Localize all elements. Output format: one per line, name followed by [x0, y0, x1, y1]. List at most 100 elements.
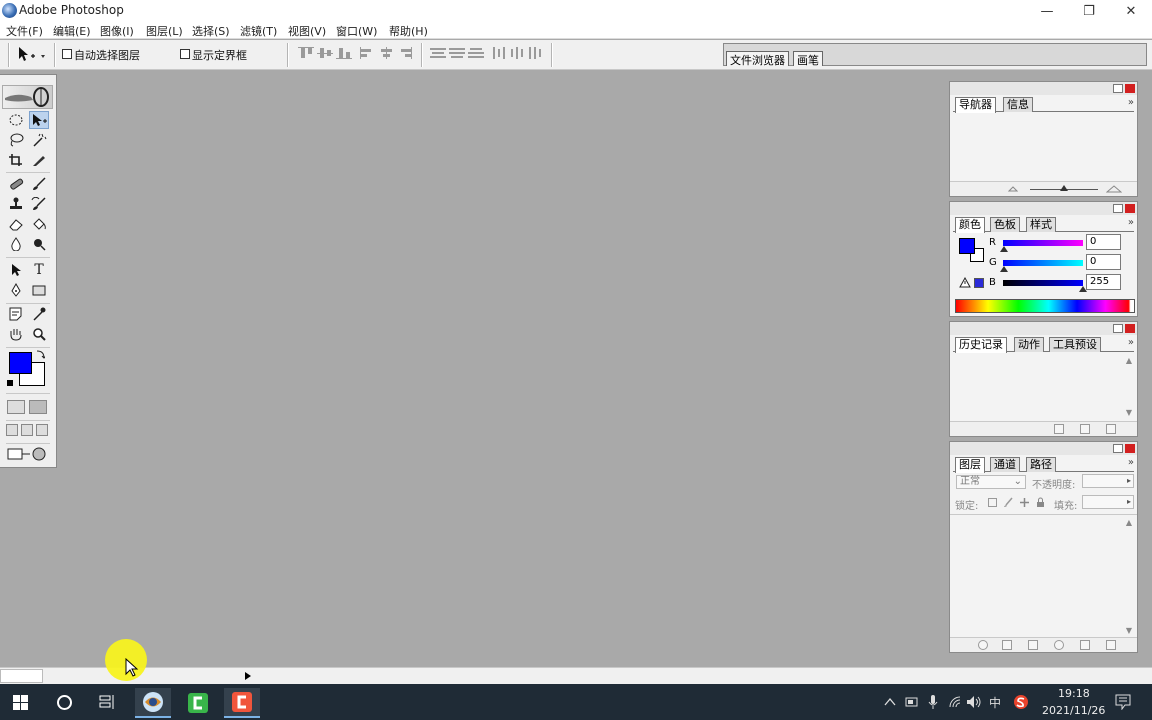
tab-channels[interactable]: 通道 — [990, 457, 1020, 472]
screen-mode-full-menu-icon[interactable] — [21, 424, 33, 436]
distribute-top-icon[interactable] — [430, 47, 448, 59]
taskbar-camtasia-green-app[interactable] — [180, 688, 216, 718]
g-slider-handle[interactable] — [1000, 266, 1008, 272]
close-button[interactable]: ✕ — [1108, 0, 1152, 22]
new-group-icon[interactable] — [1028, 640, 1038, 650]
new-document-from-state-icon[interactable] — [1054, 424, 1064, 434]
zoom-in-icon[interactable] — [1106, 185, 1122, 193]
panel-menu-icon[interactable]: » — [1128, 337, 1134, 348]
delete-layer-icon[interactable] — [1106, 640, 1116, 650]
auto-select-checkbox[interactable] — [62, 49, 72, 59]
b-value-input[interactable]: 255 — [1086, 274, 1121, 290]
align-hcenter-icon[interactable] — [379, 47, 397, 59]
menu-layer[interactable]: 图层(L) — [146, 23, 183, 39]
distribute-right-icon[interactable] — [528, 47, 546, 59]
r-slider-handle[interactable] — [1000, 246, 1008, 252]
panel-close-button[interactable] — [1125, 204, 1135, 213]
opacity-input[interactable]: ▸ — [1082, 474, 1134, 488]
path-selection-tool-icon[interactable] — [6, 261, 26, 279]
scroll-up-icon[interactable]: ▲ — [1123, 518, 1135, 530]
horizontal-scrollbar[interactable] — [0, 667, 1152, 684]
chevron-up-icon[interactable] — [884, 697, 896, 707]
paint-bucket-tool-icon[interactable] — [29, 215, 49, 233]
rectangle-tool-icon[interactable] — [29, 281, 49, 299]
panel-close-button[interactable] — [1125, 84, 1135, 93]
history-brush-tool-icon[interactable] — [29, 195, 49, 213]
panel-menu-icon[interactable]: » — [1128, 97, 1134, 108]
panel-minimize-button[interactable] — [1113, 324, 1123, 333]
search-icon[interactable] — [56, 694, 73, 711]
screen-mode-full-icon[interactable] — [36, 424, 48, 436]
scroll-up-icon[interactable]: ▲ — [1123, 356, 1135, 368]
elliptical-marquee-tool-icon[interactable] — [6, 111, 26, 129]
pen-tool-icon[interactable] — [6, 281, 26, 299]
lock-image-icon[interactable] — [1003, 497, 1014, 508]
brush-tool-icon[interactable] — [29, 175, 49, 193]
dodge-tool-icon[interactable] — [29, 235, 49, 253]
tab-swatches[interactable]: 色板 — [990, 217, 1020, 232]
r-slider[interactable] — [1003, 240, 1083, 246]
align-bottom-icon[interactable] — [336, 47, 354, 59]
battery-icon[interactable] — [905, 697, 919, 707]
crop-tool-icon[interactable] — [6, 151, 26, 169]
move-tool-icon[interactable] — [29, 111, 49, 129]
default-colors-icon[interactable] — [7, 380, 13, 386]
panel-minimize-button[interactable] — [1113, 444, 1123, 453]
g-slider[interactable] — [1003, 260, 1083, 266]
menu-image[interactable]: 图像(I) — [100, 23, 134, 39]
swap-colors-icon[interactable] — [36, 350, 45, 359]
lock-position-icon[interactable] — [1019, 497, 1030, 508]
quick-mask-mode-icon[interactable] — [29, 400, 47, 414]
slice-tool-icon[interactable] — [29, 151, 49, 169]
eraser-tool-icon[interactable] — [6, 215, 26, 233]
lock-all-icon[interactable] — [1035, 497, 1046, 508]
distribute-left-icon[interactable] — [492, 47, 510, 59]
new-layer-icon[interactable] — [1080, 640, 1090, 650]
color-fg-chip[interactable] — [959, 238, 975, 254]
g-value-input[interactable]: 0 — [1086, 254, 1121, 270]
distribute-vcenter-icon[interactable] — [449, 47, 467, 59]
panel-close-button[interactable] — [1125, 444, 1135, 453]
windows-start-icon[interactable] — [13, 695, 29, 711]
color-ramp[interactable] — [955, 299, 1135, 313]
taskbar-photoshop-app[interactable] — [135, 688, 171, 718]
panel-minimize-button[interactable] — [1113, 204, 1123, 213]
tab-info[interactable]: 信息 — [1003, 97, 1033, 112]
taskbar-camtasia-red-app[interactable] — [224, 688, 260, 718]
show-bounds-checkbox[interactable] — [180, 49, 190, 59]
healing-brush-tool-icon[interactable] — [6, 175, 26, 193]
microphone-icon[interactable] — [928, 694, 938, 710]
r-value-input[interactable]: 0 — [1086, 234, 1121, 250]
hand-tool-icon[interactable] — [6, 325, 26, 343]
menu-window[interactable]: 窗口(W) — [336, 23, 377, 39]
sogou-input-icon[interactable] — [1013, 694, 1029, 710]
gamut-color-chip[interactable] — [974, 278, 984, 288]
fill-input[interactable]: ▸ — [1082, 495, 1134, 509]
menu-edit[interactable]: 编辑(E) — [53, 23, 91, 39]
lock-transparency-icon[interactable] — [988, 498, 997, 507]
blur-tool-icon[interactable] — [6, 235, 26, 253]
tab-tool-presets[interactable]: 工具预设 — [1049, 337, 1101, 352]
wifi-icon[interactable] — [948, 695, 962, 709]
photoshop-app-icon[interactable] — [2, 3, 17, 18]
volume-icon[interactable] — [966, 695, 982, 709]
gamut-warning-icon[interactable] — [959, 277, 971, 288]
clone-stamp-tool-icon[interactable] — [6, 195, 26, 213]
align-left-icon[interactable] — [360, 47, 378, 59]
task-view-icon[interactable] — [99, 694, 117, 710]
zoom-out-icon[interactable] — [1008, 186, 1018, 192]
tab-layers[interactable]: 图层 — [955, 457, 985, 473]
new-snapshot-icon[interactable] — [1080, 424, 1090, 434]
menu-select[interactable]: 选择(S) — [192, 23, 230, 39]
well-tab-file-browser[interactable]: 文件浏览器 — [726, 51, 789, 67]
align-right-icon[interactable] — [398, 47, 416, 59]
zoom-tool-icon[interactable] — [29, 325, 49, 343]
ime-indicator[interactable]: 中 — [989, 694, 1001, 711]
tab-actions[interactable]: 动作 — [1014, 337, 1044, 352]
clock-date[interactable]: 2021/11/26 — [1042, 704, 1105, 717]
panel-close-button[interactable] — [1125, 324, 1135, 333]
layer-mask-icon[interactable] — [1002, 640, 1012, 650]
tab-paths[interactable]: 路径 — [1026, 457, 1056, 472]
menu-view[interactable]: 视图(V) — [288, 23, 326, 39]
delete-state-icon[interactable] — [1106, 424, 1116, 434]
